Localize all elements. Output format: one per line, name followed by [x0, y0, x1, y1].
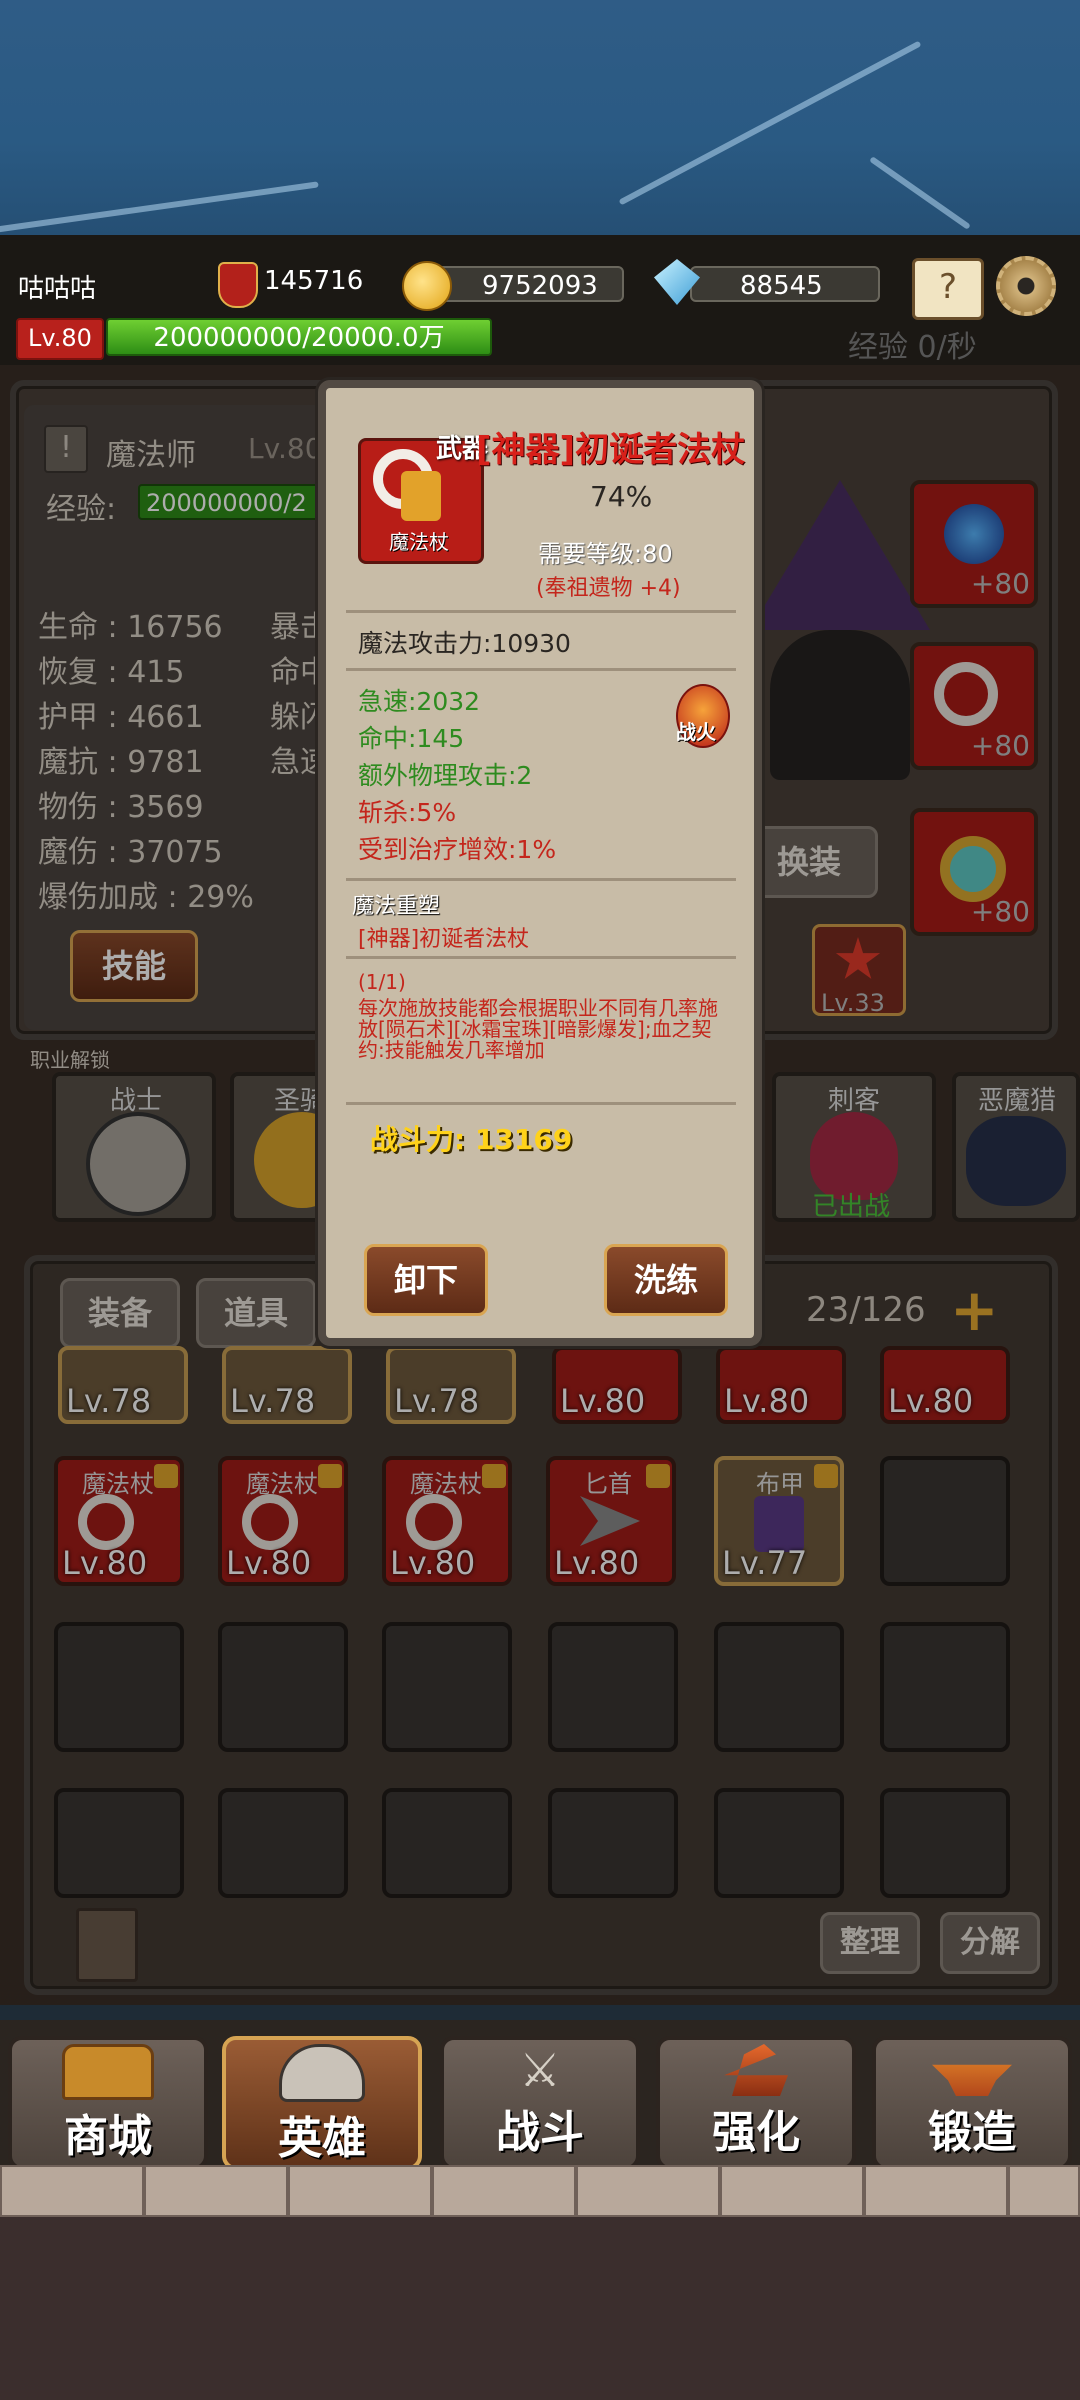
bonus-stat: 额外物理攻击:2 — [358, 761, 533, 790]
bonus-stat: 命中:145 — [358, 724, 465, 753]
sky-background — [0, 0, 1080, 235]
player-exp-bar: 200000000/20000.0万 — [106, 318, 492, 356]
forge-anvil-icon — [932, 2064, 1012, 2096]
nav-enhance[interactable]: 强化 — [656, 2036, 856, 2170]
viking-helmet-icon — [279, 2044, 365, 2102]
player-level-badge: Lv.80 — [16, 318, 104, 360]
main-stat: 魔法攻击力:10930 — [358, 629, 571, 658]
staff-gem-icon — [401, 471, 441, 521]
item-name: [神器]初诞者法杖 — [476, 430, 746, 470]
item-quality: 74% — [590, 480, 653, 513]
special-stat: 受到治疗增效:1% — [358, 835, 557, 864]
nav-forge[interactable]: 锻造 — [872, 2036, 1072, 2170]
gold-value: 9752093 — [482, 271, 598, 301]
settings-gear-icon[interactable] — [996, 256, 1056, 316]
bonus-stat: 急速:2032 — [358, 687, 481, 716]
exp-rate: 经验 0/秒 — [848, 330, 977, 365]
gold-display[interactable]: 9752093 — [432, 266, 624, 302]
power-shield-icon — [218, 262, 258, 308]
reforge-title: 魔法重塑 — [352, 894, 441, 919]
power-value: 145716 — [264, 266, 364, 296]
reroll-button[interactable]: 洗练 — [604, 1244, 728, 1316]
treasure-chest-icon — [62, 2044, 154, 2100]
gold-coin-plus-icon[interactable] — [402, 261, 452, 311]
item-icon-label: 魔法杖 — [389, 530, 449, 554]
item-detail-popup: 魔法杖 武器 [神器]初诞者法杖 74% 需要等级:80 (奉祖遗物 +4) 魔… — [318, 380, 762, 1346]
set-count: (1/1) — [358, 970, 406, 994]
diamond-display[interactable]: 88545 — [690, 266, 880, 302]
hammer-anvil-icon — [724, 2044, 788, 2096]
combat-power: 战斗力: 13169 — [370, 1123, 573, 1156]
set-description: 每次施放技能都会根据职业不同有几率施放[陨石术][冰霜宝珠][暗影爆发];血之契… — [358, 996, 718, 1062]
crossed-swords-icon: ⚔ — [519, 2043, 561, 2097]
unequip-button[interactable]: 卸下 — [364, 1244, 488, 1316]
reforge-item: [神器]初诞者法杖 — [358, 927, 530, 952]
nav-shop[interactable]: 商城 — [8, 2036, 208, 2170]
war-fire-badge: 战火 — [676, 684, 730, 748]
diamond-value: 88545 — [740, 271, 823, 301]
special-stat: 斩杀:5% — [358, 798, 457, 827]
nav-hero[interactable]: 英雄 — [222, 2036, 422, 2170]
quest-book-icon[interactable]: ? — [912, 258, 984, 320]
war-fire-label: 战火 — [676, 720, 716, 744]
player-name: 咕咕咕 — [18, 274, 97, 304]
item-refine: (奉祖遗物 +4) — [536, 576, 681, 601]
item-required-level: 需要等级:80 — [538, 540, 673, 568]
floor-decoration — [0, 2165, 1080, 2400]
nav-battle[interactable]: ⚔ 战斗 — [440, 2036, 640, 2170]
